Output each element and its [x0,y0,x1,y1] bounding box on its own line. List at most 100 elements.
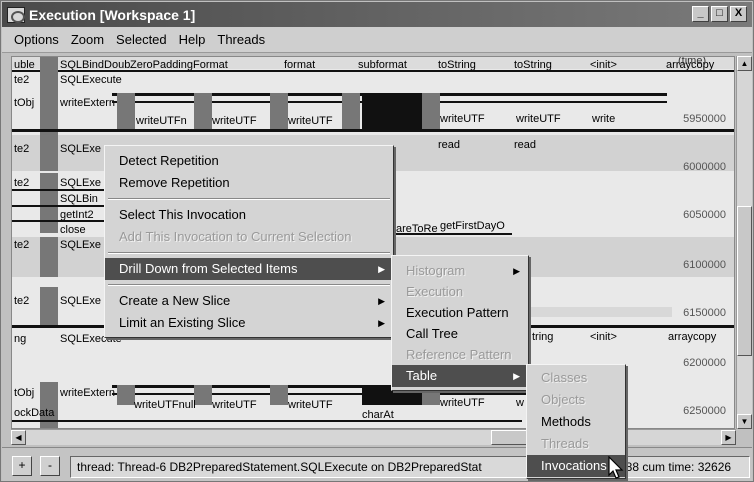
method-label: writeExtern [60,387,116,399]
menu-separator [108,198,390,200]
menu-item-table[interactable]: Table ▶ [392,365,528,387]
method-label: close [60,224,86,236]
timeline-bar [112,393,552,395]
submenu-arrow-icon: ▶ [513,371,520,381]
method-label: writeUTF [440,113,485,125]
window-title: Execution [Workspace 1] [29,6,196,23]
timeline-bar [270,93,288,129]
menu-item-methods[interactable]: Methods [527,411,625,433]
maximize-button[interactable]: □ [711,6,728,22]
method-label: <init> [590,331,617,343]
menu-item-select-invocation[interactable]: Select This Invocation [105,204,393,226]
time-tick: 6150000 [683,307,726,319]
time-axis-header: (time) [678,56,707,67]
minimize-button[interactable]: _ [692,6,709,22]
method-label: read [438,139,461,151]
menu-item-call-tree[interactable]: Call Tree [392,323,528,345]
menu-item-classes: Classes [541,370,588,385]
menu-item-create-slice[interactable]: Create a New Slice ▶ [105,290,393,312]
scroll-right-arrow-icon[interactable]: ▶ [721,430,736,445]
menu-item-remove-repetition[interactable]: Remove Repetition [105,172,393,194]
status-cum-time: 388 cum time: 32626 [619,460,732,474]
method-label: write [592,113,616,125]
menu-zoom[interactable]: Zoom [71,32,104,47]
time-tick: 6200000 [683,357,726,369]
menu-item-limit-slice[interactable]: Limit an Existing Slice ▶ [105,312,393,334]
menu-selected[interactable]: Selected [116,32,167,47]
horizontal-scrollbar[interactable]: ◀ ▶ [11,429,736,445]
menu-item-detect-repetition[interactable]: Detect Repetition [105,150,393,172]
timeline-bar [270,385,288,405]
menu-item-execution: Execution [406,284,464,299]
menu-item-label: Drill Down from Selected Items [119,261,298,276]
row-label: te2 [14,177,30,189]
timeline-bar [12,420,522,422]
timeline-bar [12,70,734,72]
zoom-in-button[interactable]: + [12,456,32,476]
timeline-bar [362,93,422,129]
timeline-bar [40,237,58,277]
close-button[interactable]: X [730,6,747,22]
row-label: ockData [14,407,55,419]
drill-down-submenu: Histogram ▶ Execution Execution Pattern … [391,255,529,391]
submenu-arrow-icon: ▶ [378,264,385,274]
horizontal-scroll-thumb[interactable] [491,430,531,445]
timeline-bar [194,93,212,129]
menu-item-add-invocation: Add This Invocation to Current Selection [119,229,352,244]
method-label: SQLExe [60,177,101,189]
scroll-left-arrow-icon[interactable]: ◀ [11,430,26,445]
timeline-bar [194,385,212,405]
method-label: writeUTF [440,397,485,409]
time-tick: 6050000 [683,209,726,221]
row-label: te2 [14,239,30,251]
menu-separator [108,284,390,286]
title-bar[interactable]: Execution [Workspace 1] _ □ X [2,2,752,27]
menu-item-reference-pattern: Reference Pattern [406,347,512,362]
timeline-bar [40,135,58,171]
method-label: SQLBin [60,193,98,205]
context-menu: Detect Repetition Remove Repetition Sele… [104,145,394,338]
menu-help[interactable]: Help [179,32,206,47]
method-label: w [516,397,524,409]
menu-item-objects: Objects [541,392,586,407]
status-thread-info: thread: Thread-6 DB2PreparedStatement.SQ… [77,460,482,474]
method-label: SQLExe [60,239,101,251]
method-label: writeUTF [288,115,333,127]
menu-item-label: Create a New Slice [119,293,231,308]
time-tick: 6100000 [683,259,726,271]
method-label: writeExtern [60,97,116,109]
zoom-out-button[interactable]: - [40,456,60,476]
menu-item-label: Table [406,368,438,383]
method-label: writeUTF [212,399,257,411]
timeline-bar [342,93,360,129]
menu-item-label: Histogram [406,263,466,278]
menu-item-histogram: Histogram ▶ [392,260,528,282]
timeline-bar [40,57,58,137]
timeline-bar [422,93,440,129]
submenu-arrow-icon: ▶ [513,266,520,276]
vertical-scroll-thumb[interactable] [737,206,752,356]
status-bar: + - thread: Thread-6 DB2PreparedStatemen… [2,447,752,481]
submenu-arrow-icon: ▶ [378,318,385,328]
method-label: writeUTFn [136,115,187,127]
method-label: writeUTF [516,113,561,125]
menu-item-drill-down[interactable]: Drill Down from Selected Items ▶ [105,258,393,280]
row-label: te2 [14,74,30,86]
row-label: ng [14,333,27,345]
method-label: tring [532,331,554,343]
timeline-bar [117,385,135,405]
timeline-bar [12,129,734,132]
row-label: tObj [14,387,35,399]
vertical-scrollbar[interactable]: ▲ ▼ [736,56,752,429]
scroll-down-arrow-icon[interactable]: ▼ [737,414,752,429]
menu-options[interactable]: Options [14,32,59,47]
submenu-arrow-icon: ▶ [378,296,385,306]
menu-item-execution-pattern[interactable]: Execution Pattern [392,302,528,324]
scroll-up-arrow-icon[interactable]: ▲ [737,56,752,71]
row-label: te2 [14,295,30,307]
menu-item-label: Limit an Existing Slice [119,315,246,330]
app-icon [7,6,25,23]
menu-threads[interactable]: Threads [217,32,265,47]
time-tick: 5950000 [683,113,726,125]
method-label: SQLExe [60,143,101,155]
